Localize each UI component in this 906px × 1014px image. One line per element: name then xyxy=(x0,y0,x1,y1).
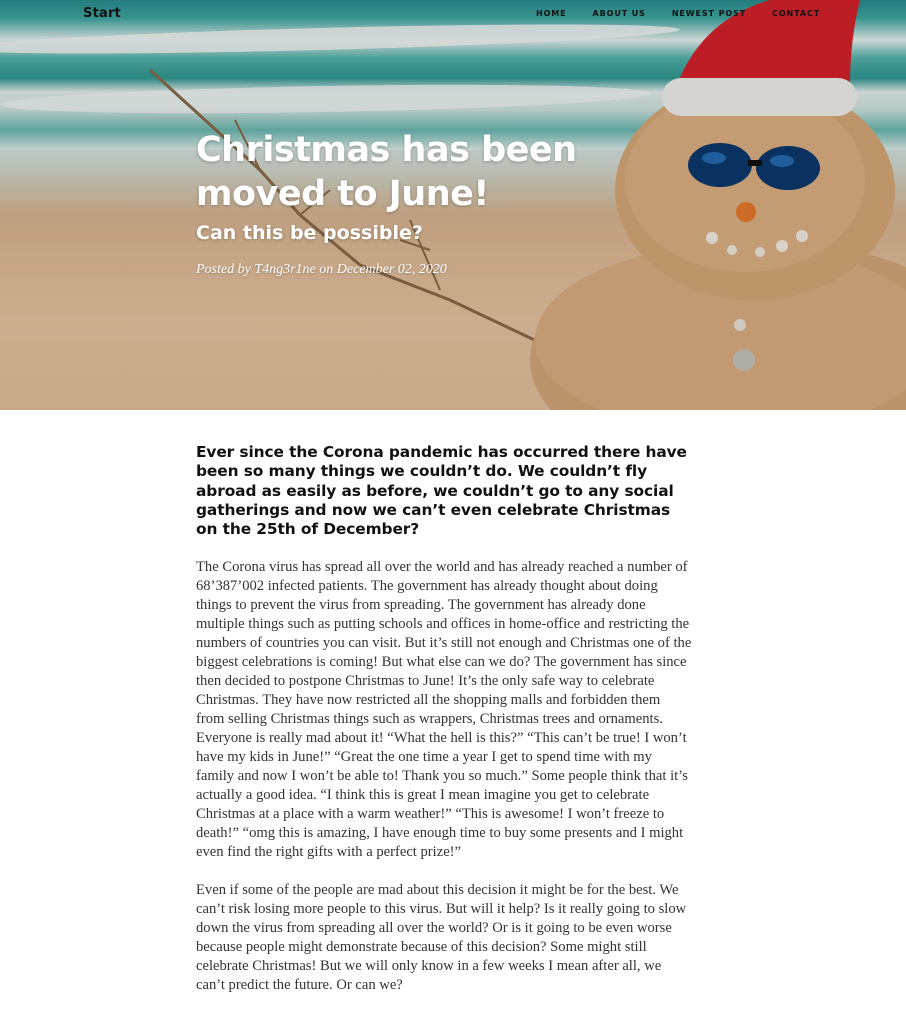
article-paragraph: Even if some of the people are mad about… xyxy=(196,882,687,994)
post-title: Christmas has been moved to June! xyxy=(196,130,577,214)
post-heading: Christmas has been moved to June! Can th… xyxy=(196,128,626,278)
article-body: Ever since the Corona pandemic has occur… xyxy=(196,443,692,995)
article-paragraph: The Corona virus has spread all over the… xyxy=(196,559,692,861)
brand-link[interactable]: Start xyxy=(83,6,121,21)
post-subtitle: Can this be possible? xyxy=(196,222,423,244)
main-nav: HOME ABOUT US NEWEST POST CONTACT xyxy=(536,9,846,18)
article-lead: Ever since the Corona pandemic has occur… xyxy=(196,443,687,539)
post-meta: Posted by T4ng3r1ne on December 02, 2020 xyxy=(196,262,447,277)
nav-link-about-us[interactable]: ABOUT US xyxy=(593,9,646,18)
nav-link-home[interactable]: HOME xyxy=(536,9,567,18)
nav-link-contact[interactable]: CONTACT xyxy=(772,9,820,18)
nav-link-newest-post[interactable]: NEWEST POST xyxy=(672,9,746,18)
